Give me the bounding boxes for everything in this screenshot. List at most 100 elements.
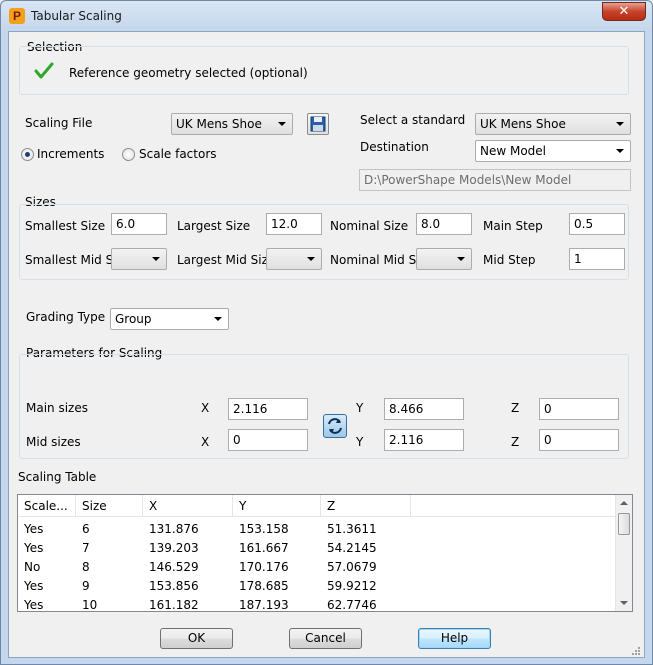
smallest-mid-size-combo[interactable] bbox=[111, 248, 167, 270]
destination-combo[interactable]: New Model bbox=[475, 140, 631, 162]
window-title: Tabular Scaling bbox=[31, 9, 122, 23]
table-row[interactable]: No 8 146.529 170.176 57.0679 bbox=[18, 558, 618, 577]
cell-y: 187.193 bbox=[239, 598, 289, 612]
cell-y: 178.685 bbox=[239, 579, 289, 593]
cell-x: 139.203 bbox=[149, 541, 199, 555]
table-row[interactable]: Yes 10 161.182 187.193 62.7746 bbox=[18, 596, 618, 612]
cell-z: 59.9212 bbox=[327, 579, 377, 593]
scroll-up-icon[interactable] bbox=[620, 501, 628, 505]
standard-value: UK Mens Shoe bbox=[480, 117, 566, 131]
column-header-y[interactable]: Y bbox=[233, 495, 321, 517]
nominal-mid-size-combo[interactable] bbox=[416, 248, 472, 270]
title-bar[interactable]: P Tabular Scaling ✕ bbox=[1, 1, 652, 30]
help-button[interactable]: Help bbox=[418, 628, 491, 649]
floppy-disk-icon bbox=[310, 116, 326, 132]
nominal-size-field[interactable]: 8.0 bbox=[416, 213, 472, 235]
largest-mid-size-combo[interactable] bbox=[266, 248, 322, 270]
nominal-size-label: Nominal Size bbox=[330, 219, 409, 233]
main-step-label: Main Step bbox=[483, 219, 543, 233]
mid-step-field[interactable]: 1 bbox=[569, 248, 625, 270]
table-scrollbar[interactable] bbox=[615, 495, 632, 611]
dialog-client: Selection Reference geometry selected (o… bbox=[8, 31, 645, 658]
main-sizes-label: Main sizes bbox=[26, 401, 88, 415]
cell-z: 51.3611 bbox=[327, 522, 377, 536]
cell-x: 146.529 bbox=[149, 560, 199, 574]
dialog-window: P Tabular Scaling ✕ Selection Reference … bbox=[0, 0, 653, 665]
mid-z-label: Z bbox=[511, 435, 520, 449]
scaling-table[interactable]: Scale... Size X Y Z Yes 6 131.876 153.15… bbox=[17, 494, 633, 612]
mid-step-label: Mid Step bbox=[483, 253, 536, 267]
increments-label: Increments bbox=[37, 147, 105, 161]
cell-y: 161.667 bbox=[239, 541, 289, 555]
select-standard-label: Select a standard bbox=[360, 113, 466, 127]
column-header-z[interactable]: Z bbox=[321, 495, 411, 517]
cell-z: 57.0679 bbox=[327, 560, 377, 574]
cell-x: 161.182 bbox=[149, 598, 199, 612]
grading-type-label: Grading Type bbox=[26, 310, 106, 324]
smallest-mid-size-label: Smallest Mid Siz bbox=[25, 253, 111, 267]
mid-y-label: Y bbox=[356, 435, 364, 449]
largest-mid-size-label: Largest Mid Size bbox=[177, 253, 276, 267]
largest-size-field[interactable]: 12.0 bbox=[266, 213, 322, 235]
scaling-file-combo[interactable]: UK Mens Shoe bbox=[171, 113, 293, 135]
main-y-label: Y bbox=[356, 401, 364, 415]
column-header-scale[interactable]: Scale... bbox=[18, 495, 76, 517]
scale-factors-label: Scale factors bbox=[139, 147, 217, 161]
chevron-down-icon bbox=[307, 257, 315, 261]
mid-x-label: X bbox=[201, 435, 210, 449]
main-step-field[interactable]: 0.5 bbox=[569, 213, 625, 235]
main-y-field[interactable]: 8.466 bbox=[384, 398, 464, 420]
cancel-button[interactable]: Cancel bbox=[289, 628, 362, 649]
cell-size: 8 bbox=[82, 560, 90, 574]
mid-sizes-label: Mid sizes bbox=[26, 435, 81, 449]
cell-size: 7 bbox=[82, 541, 90, 555]
cell-scale: Yes bbox=[24, 579, 44, 593]
selection-status: Reference geometry selected (optional) bbox=[69, 66, 308, 80]
chevron-down-icon bbox=[214, 317, 222, 321]
main-x-field[interactable]: 2.116 bbox=[228, 398, 308, 420]
mid-y-field[interactable]: 2.116 bbox=[384, 429, 464, 451]
chevron-down-icon bbox=[152, 257, 160, 261]
mid-z-field[interactable]: 0 bbox=[539, 429, 619, 451]
cell-y: 153.158 bbox=[239, 522, 289, 536]
main-z-label: Z bbox=[511, 401, 520, 415]
cell-size: 10 bbox=[82, 598, 98, 612]
cell-scale: Yes bbox=[24, 598, 44, 612]
main-x-label: X bbox=[201, 401, 210, 415]
ok-button[interactable]: OK bbox=[160, 628, 233, 649]
scroll-down-icon[interactable] bbox=[620, 601, 628, 605]
cell-scale: No bbox=[24, 560, 41, 574]
grading-type-value: Group bbox=[115, 312, 152, 326]
mid-x-field[interactable]: 0 bbox=[228, 429, 308, 451]
scroll-thumb[interactable] bbox=[618, 513, 630, 535]
table-row[interactable]: Yes 9 153.856 178.685 59.9212 bbox=[18, 577, 618, 596]
cell-x: 131.876 bbox=[149, 522, 199, 536]
cell-z: 62.7746 bbox=[327, 598, 377, 612]
table-header: Scale... Size X Y Z bbox=[18, 495, 618, 517]
check-icon bbox=[34, 62, 54, 79]
table-row[interactable]: Yes 7 139.203 161.667 54.2145 bbox=[18, 539, 618, 558]
standard-combo[interactable]: UK Mens Shoe bbox=[475, 113, 631, 135]
smallest-size-field[interactable]: 6.0 bbox=[111, 213, 167, 235]
scaling-file-value: UK Mens Shoe bbox=[176, 117, 262, 131]
destination-path-field: D:\PowerShape Models\New Model bbox=[359, 169, 631, 191]
destination-value: New Model bbox=[480, 144, 547, 158]
save-file-button[interactable] bbox=[307, 113, 329, 135]
cell-scale: Yes bbox=[24, 541, 44, 555]
grading-type-combo[interactable]: Group bbox=[110, 308, 229, 330]
scale-factors-radio[interactable] bbox=[122, 148, 135, 161]
close-button[interactable]: ✕ bbox=[602, 2, 646, 21]
chevron-down-icon bbox=[457, 257, 465, 261]
resize-grip-icon[interactable] bbox=[630, 645, 640, 655]
column-header-x[interactable]: X bbox=[143, 495, 233, 517]
table-row[interactable]: Yes 6 131.876 153.158 51.3611 bbox=[18, 520, 618, 539]
column-header-size[interactable]: Size bbox=[76, 495, 143, 517]
chevron-down-icon bbox=[616, 149, 624, 153]
swap-arrows-icon bbox=[328, 418, 342, 434]
nominal-mid-size-label: Nominal Mid Siz bbox=[330, 253, 416, 267]
cell-scale: Yes bbox=[24, 522, 44, 536]
swap-button[interactable] bbox=[323, 414, 347, 438]
cell-size: 9 bbox=[82, 579, 90, 593]
increments-radio[interactable] bbox=[21, 148, 34, 161]
main-z-field[interactable]: 0 bbox=[539, 398, 619, 420]
